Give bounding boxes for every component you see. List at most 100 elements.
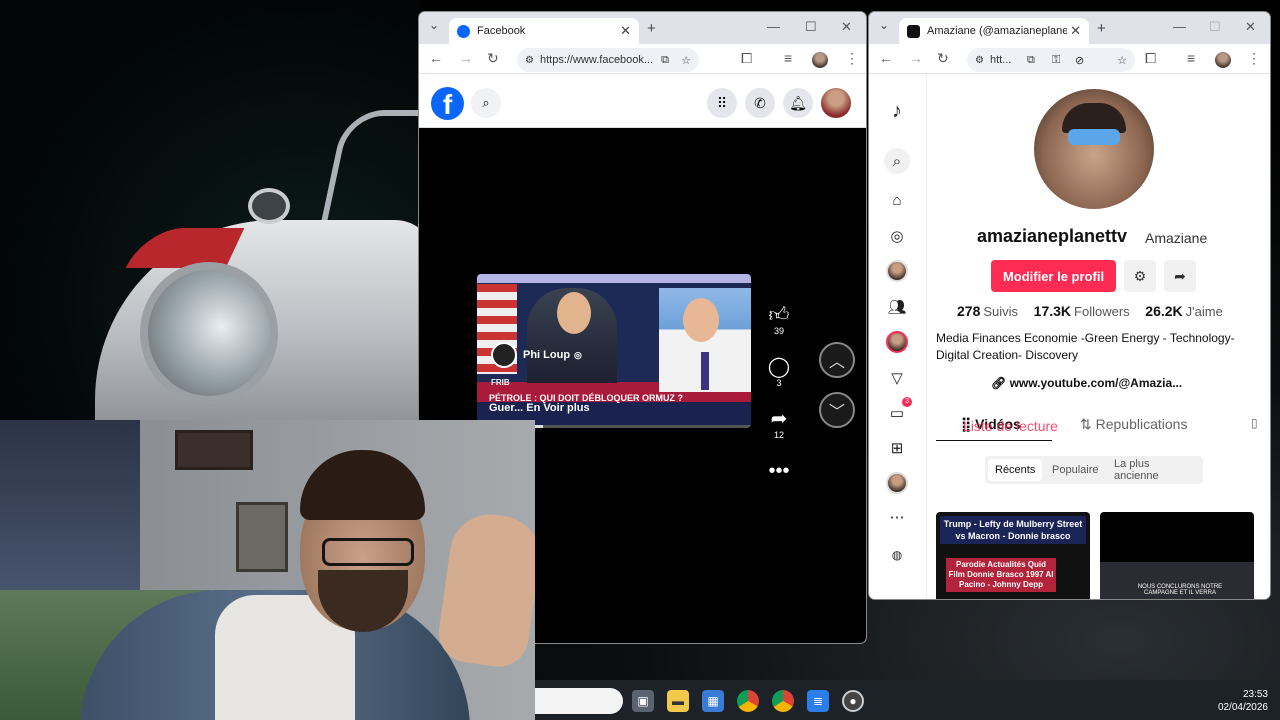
maximize-icon[interactable]: ☐ xyxy=(1209,19,1221,35)
profile-photo[interactable] xyxy=(1034,89,1154,209)
address-bar[interactable]: ⚙ htt... ⧉ ⚿ ⊘ ☆ xyxy=(967,48,1135,72)
chrome-icon[interactable] xyxy=(772,690,794,712)
system-clock[interactable]: 23:53 02/04/2026 xyxy=(1218,688,1268,714)
active-tab-underline xyxy=(936,440,1052,441)
back-icon[interactable]: ← xyxy=(879,50,893,66)
new-tab-icon[interactable]: + xyxy=(647,20,656,37)
tab-search-icon[interactable]: ⌄ xyxy=(879,18,889,32)
tab-tiktok[interactable]: Amaziane (@amazianeplanettv) ✕ xyxy=(899,18,1089,44)
taskbar-search-box[interactable] xyxy=(535,688,623,714)
live-avatar-icon[interactable] xyxy=(886,331,908,353)
settings-button[interactable]: ⚙ xyxy=(1124,260,1156,292)
person-glasses xyxy=(322,538,414,566)
bookmark-star-icon[interactable]: ☆ xyxy=(681,54,691,67)
file-explorer-icon[interactable]: ▬ xyxy=(667,690,689,712)
share-button[interactable]: ➦ 12 xyxy=(766,408,792,440)
reload-icon[interactable]: ↻ xyxy=(487,50,499,67)
following-stat[interactable]: 278 Suivis xyxy=(957,303,1019,319)
store-icon[interactable]: ▦ xyxy=(702,690,724,712)
install-icon[interactable]: ⧉ xyxy=(661,54,669,67)
tab-title: Facebook xyxy=(477,25,526,37)
tab-facebook[interactable]: Facebook ✕ xyxy=(449,18,639,44)
notepad-icon[interactable]: ≣ xyxy=(807,690,829,712)
address-bar[interactable]: ⚙ https://www.facebook... ⧉ ☆ xyxy=(517,48,699,72)
chrome-icon[interactable] xyxy=(737,690,759,712)
reel-video[interactable]: Phi Loup ◎ FRIB PÉTROLE : QUI DOIT DÉBLO… xyxy=(477,274,751,428)
media-controls-icon[interactable]: ≡ xyxy=(784,50,792,66)
account-avatar[interactable] xyxy=(821,88,851,118)
translate-icon[interactable]: ⧉ xyxy=(1027,54,1035,67)
author-name[interactable]: Phi Loup xyxy=(523,349,570,361)
back-icon[interactable]: ← xyxy=(429,50,443,66)
filter-popular[interactable]: Populaire xyxy=(1045,459,1105,481)
next-reel-button[interactable]: ﹀ xyxy=(819,392,855,428)
extensions-icon[interactable]: ⧠ xyxy=(1145,50,1156,67)
tab-playlist[interactable]: Liste de lecture xyxy=(963,418,1083,435)
author-avatar[interactable] xyxy=(491,342,517,368)
explore-compass-icon[interactable]: ◎ xyxy=(886,225,908,247)
forward-icon[interactable]: → xyxy=(459,50,473,66)
site-info-icon[interactable]: ⚙ xyxy=(525,55,534,66)
close-tab-icon[interactable]: ✕ xyxy=(620,23,631,39)
profile-stats: 278 Suivis 17.3K Followers 26.2K J'aime xyxy=(957,303,1235,319)
new-tab-icon[interactable]: + xyxy=(1097,20,1106,37)
video-caption[interactable]: Guer... En Voir plus xyxy=(489,402,590,414)
task-view-icon[interactable]: ▣ xyxy=(632,690,654,712)
video-thumbnail[interactable]: NOUS CONCLURONS NOTRE CAMPAGNE ET IL VER… xyxy=(1100,512,1254,599)
inbox-icon[interactable]: ▭ 3 xyxy=(886,397,912,424)
key-icon[interactable]: ⚿ xyxy=(1052,54,1060,67)
filter-oldest[interactable]: La plus ancienne xyxy=(1107,458,1203,482)
minimize-icon[interactable]: — xyxy=(1173,19,1186,34)
tiktok-logo-icon[interactable]: ♪ xyxy=(886,100,908,122)
notifications-bell-icon[interactable]: 🔔︎ xyxy=(783,88,813,118)
menu-dots-icon[interactable]: ⋮ xyxy=(1247,50,1261,67)
more-dots-icon[interactable]: ⋯ xyxy=(886,506,908,528)
minimize-icon[interactable]: — xyxy=(767,19,780,34)
close-tab-icon[interactable]: ✕ xyxy=(1067,23,1081,39)
window-close-icon[interactable]: ✕ xyxy=(1245,19,1256,35)
profile-avatar[interactable] xyxy=(1215,52,1231,68)
more-options-button[interactable]: ••• xyxy=(766,460,792,482)
tracking-hidden-icon[interactable]: ⊘ xyxy=(1075,54,1084,67)
messenger-icon[interactable]: ✆ xyxy=(745,88,775,118)
following-avatar-icon[interactable] xyxy=(886,260,908,282)
friends-icon[interactable]: 👥︎ xyxy=(886,296,908,318)
profile-avatar[interactable] xyxy=(812,52,828,68)
share-profile-button[interactable]: ➦ xyxy=(1164,260,1196,292)
tab-reposts[interactable]: ⇅ Republications xyxy=(1080,416,1187,433)
video-thumbnail[interactable]: Trump - Lefty de Mulberry Street vs Macr… xyxy=(936,512,1090,599)
profile-link[interactable]: 🔗︎ www.youtube.com/@Amazia... xyxy=(991,376,1182,390)
upload-plus-icon[interactable]: ⊞ xyxy=(886,437,908,459)
followers-count: 17.3K xyxy=(1033,303,1072,319)
site-info-icon[interactable]: ⚙ xyxy=(975,55,984,66)
like-button[interactable]: 👍︎ 39 xyxy=(766,304,792,336)
tab-search-icon[interactable]: ⌄ xyxy=(429,18,439,32)
search-icon[interactable]: ⌕ xyxy=(884,148,910,174)
forward-icon[interactable]: → xyxy=(909,50,923,66)
filter-recent[interactable]: Récents xyxy=(988,459,1043,481)
extensions-icon[interactable]: ⧠ xyxy=(741,50,752,67)
recorder-icon[interactable]: ● xyxy=(842,690,864,712)
window-close-icon[interactable]: ✕ xyxy=(841,19,852,35)
misc-apps-icon[interactable]: ◍ xyxy=(886,544,908,566)
profile-tabs: ⣿ Vidéos Liste de lecture ⇅ Republicatio… xyxy=(927,412,1270,454)
facebook-logo-icon[interactable]: f xyxy=(431,87,464,120)
following-count: 278 xyxy=(957,303,981,319)
media-controls-icon[interactable]: ≡ xyxy=(1187,50,1195,66)
video-author[interactable]: Phi Loup ◎ xyxy=(491,342,582,368)
messages-send-icon[interactable]: ▽ xyxy=(886,367,908,389)
menu-grid-icon[interactable]: ⠿ xyxy=(707,88,737,118)
following-label: Suivis xyxy=(983,304,1019,319)
previous-reel-button[interactable]: ︿ xyxy=(819,342,855,378)
bookmark-star-icon[interactable]: ☆ xyxy=(1117,54,1127,67)
profile-avatar-icon[interactable] xyxy=(886,472,908,494)
search-icon[interactable]: ⌕ xyxy=(471,88,501,118)
edit-profile-button[interactable]: Modifier le profil xyxy=(991,260,1116,292)
menu-dots-icon[interactable]: ⋮ xyxy=(845,50,859,67)
home-icon[interactable]: ⌂ xyxy=(886,189,908,211)
favorites-icon[interactable]: ▯ xyxy=(1251,416,1258,430)
comment-button[interactable]: ◯ 3 xyxy=(766,356,792,388)
followers-stat[interactable]: 17.3K Followers xyxy=(1033,303,1130,319)
reload-icon[interactable]: ↻ xyxy=(937,50,949,67)
maximize-icon[interactable]: ☐ xyxy=(805,19,817,35)
